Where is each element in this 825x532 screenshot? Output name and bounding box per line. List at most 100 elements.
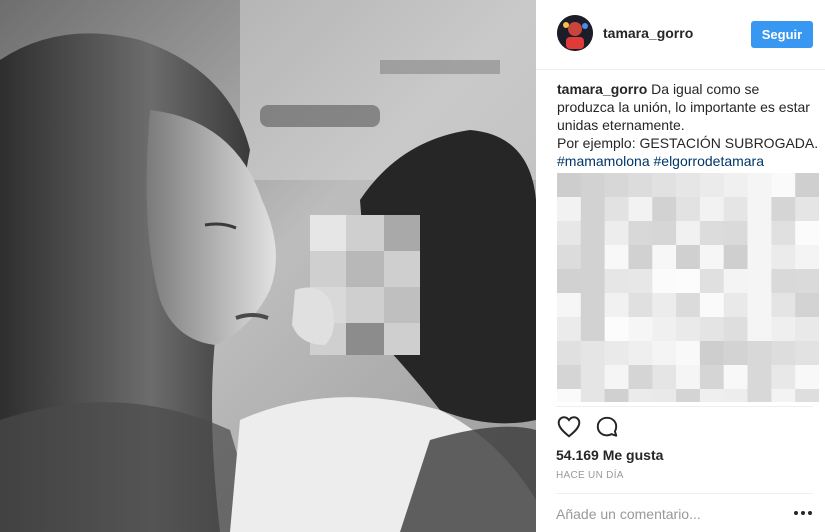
pixel-tile [771,197,796,222]
pixelated-block [557,173,819,402]
pixel-tile [580,293,606,318]
pixel-tile [557,317,582,342]
comment-bubble-icon[interactable] [594,414,620,440]
pixel-tile [628,293,653,318]
pixel-tile [771,245,796,270]
caption-text-line2: Por ejemplo: GESTACIÓN SUBROGADA. [557,135,819,151]
pixel-tile [628,341,653,366]
pixel-tile [676,293,701,318]
pixel-tile [723,245,748,270]
pixel-tile [747,293,772,318]
pixel-tile [723,341,748,366]
pixel-tile [699,245,725,270]
pixel-tile [676,341,701,366]
pixel-tile [771,317,796,342]
ellipsis-icon[interactable] [791,503,815,523]
pixel-tile [771,269,796,294]
pixel-tile [747,245,772,270]
likes-count[interactable]: 54.169 Me gusta [556,447,663,463]
pixel-tile [580,365,606,390]
pixel-tile [580,317,606,342]
pixel-tile [723,221,748,246]
pixel-tile [580,173,606,198]
pixel-tile [557,197,582,222]
pixel-tile [628,221,653,246]
pixel-tile [699,293,725,318]
divider [556,493,813,494]
pixel-tile [747,221,772,246]
pixel-tile [699,341,725,366]
author-username[interactable]: tamara_gorro [603,25,693,41]
pixel-tile [628,245,653,270]
avatar-icon [557,15,593,51]
pixel-tile [747,389,772,402]
pixel-tile [771,389,796,402]
caption-hashtags: #mamamolona #elgorrodetamara [557,152,819,170]
pixel-tile [795,317,819,342]
pixel-tile [628,269,653,294]
caption-username[interactable]: tamara_gorro [557,81,647,97]
pixel-tile [723,317,748,342]
comments-area: tamara_gorro Da igual como se produzca l… [557,80,819,402]
pixel-tile [628,365,653,390]
profile-avatar[interactable] [557,15,593,51]
pixel-tile [676,365,701,390]
pixel-tile [652,341,677,366]
heart-icon[interactable] [556,414,582,440]
pixel-tile [557,293,582,318]
pixel-tile [699,365,725,390]
hashtag-link[interactable]: #elgorrodetamara [654,153,765,169]
pixel-tile [652,245,677,270]
pixel-tile [604,317,629,342]
pixel-tile [604,269,629,294]
pixel-tile [652,293,677,318]
pixel-tile [699,317,725,342]
post-photo-image [0,0,536,532]
pixel-tile [723,197,748,222]
follow-button[interactable]: Seguir [751,21,813,48]
pixel-tile [652,197,677,222]
comment-input[interactable] [556,502,771,526]
pixel-tile [747,269,772,294]
pixel-tile [747,197,772,222]
pixel-tile [604,341,629,366]
pixel-tile [795,221,819,246]
pixel-tile [676,173,701,198]
pixel-tile [771,341,796,366]
pixel-tile [628,317,653,342]
pixel-tile [676,317,701,342]
hashtag-link[interactable]: #mamamolona [557,153,650,169]
pixel-tile [557,269,582,294]
pixel-tile [795,245,819,270]
pixel-tile [652,389,677,402]
post-photo[interactable] [0,0,536,532]
pixel-tile [557,365,582,390]
pixel-tile [795,197,819,222]
pixel-tile [723,293,748,318]
pixelated-comments [557,173,819,402]
pixel-tile [604,293,629,318]
pixel-tile [723,269,748,294]
pixel-tile [747,341,772,366]
pixel-tile [771,365,796,390]
pixel-tile [580,197,606,222]
pixel-tile [676,389,701,402]
pixel-tile [580,221,606,246]
pixel-tile [628,389,653,402]
pixel-tile [652,173,677,198]
pixel-tile [628,197,653,222]
pixel-tile [795,389,819,402]
post-timestamp: HACE UN DÍA [556,470,624,481]
pixel-tile [795,293,819,318]
pixel-tile [699,173,725,198]
pixel-tile [699,221,725,246]
post-side-panel: tamara_gorro Seguir tamara_gorro Da igua… [536,0,825,532]
pixel-tile [771,293,796,318]
pixel-tile [795,365,819,390]
post-caption: tamara_gorro Da igual como se produzca l… [557,80,819,170]
pixel-tile [580,389,606,402]
pixel-tile [604,389,629,402]
pixel-tile [557,221,582,246]
pixel-tile [747,173,772,198]
pixel-tile [652,317,677,342]
